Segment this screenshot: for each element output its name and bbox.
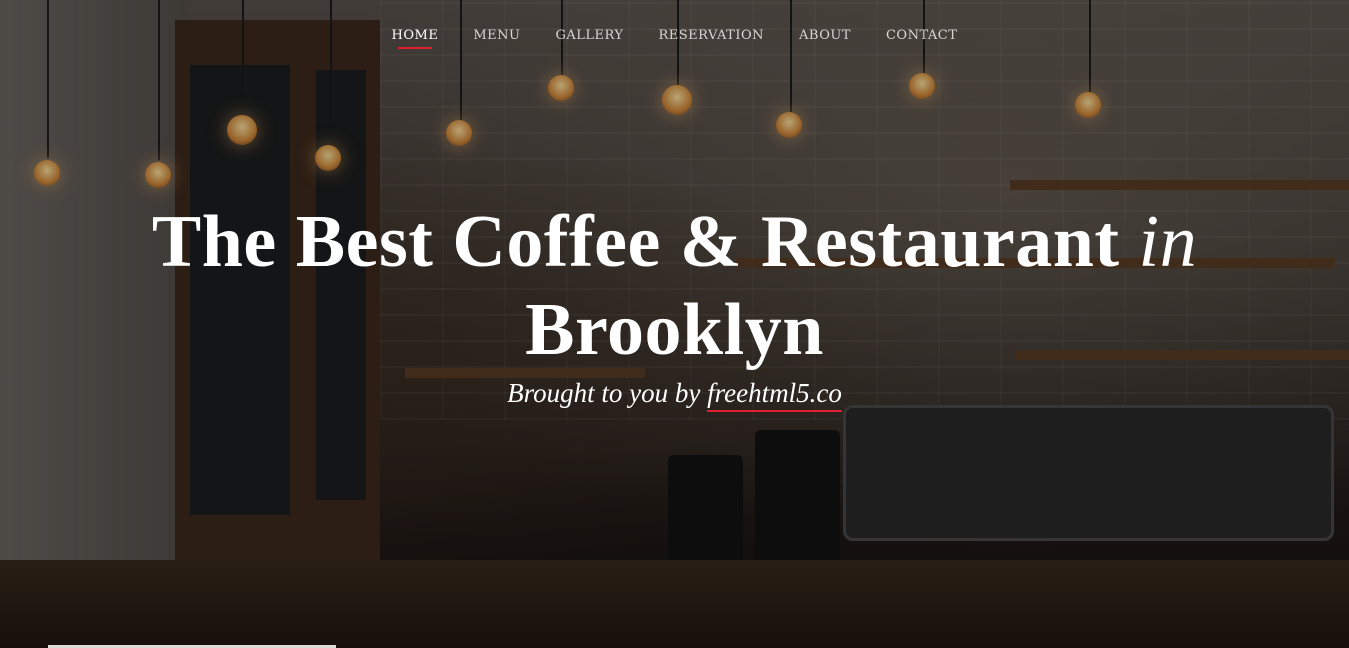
hero-headline: The Best Coffee & Restaurant in Brooklyn (0, 198, 1349, 374)
main-navigation: HOME MENU GALLERY RESERVATION ABOUT CONT… (0, 28, 1349, 49)
tagline-prefix: Brought to you by (507, 378, 701, 408)
nav-about[interactable]: ABOUT (799, 28, 851, 49)
hero-tagline: Brought to you by freehtml5.co (0, 378, 1349, 412)
headline-city: Brooklyn (525, 289, 824, 371)
hero-section: HOME MENU GALLERY RESERVATION ABOUT CONT… (0, 0, 1349, 648)
tagline-credit-link[interactable]: freehtml5.co (707, 378, 842, 412)
headline-main: The Best Coffee & Restaurant (151, 201, 1120, 283)
nav-home[interactable]: HOME (392, 28, 439, 49)
headline-italic: in (1138, 201, 1198, 283)
nav-gallery[interactable]: GALLERY (555, 28, 623, 49)
nav-reservation[interactable]: RESERVATION (658, 28, 764, 49)
nav-menu[interactable]: MENU (473, 28, 520, 49)
nav-contact[interactable]: CONTACT (886, 28, 957, 49)
